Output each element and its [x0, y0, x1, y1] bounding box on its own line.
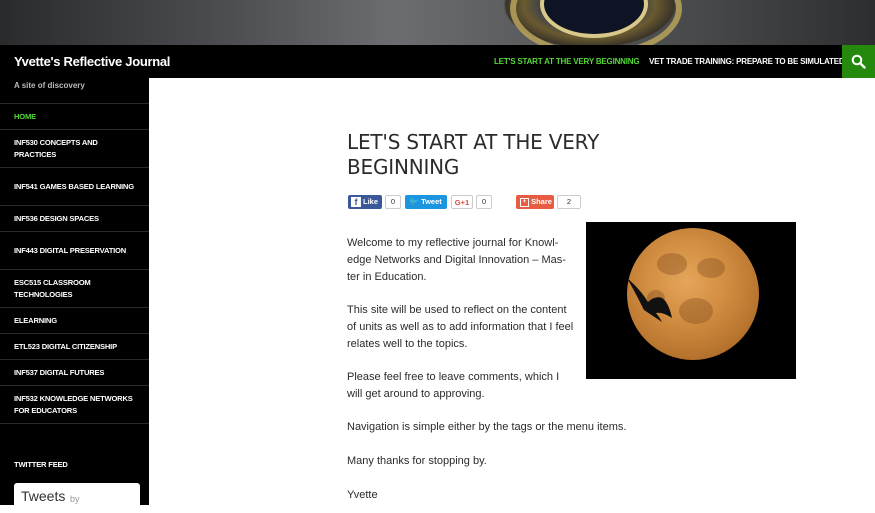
nav-item-very-beginning[interactable]: LET'S START AT THE VERY BEGINNING	[494, 57, 640, 66]
twitter-widget-by: by	[70, 494, 80, 504]
facebook-icon: f	[351, 197, 361, 207]
sidebar-item-etl523[interactable]: ETL523 DIGITAL CITIZENSHIP	[0, 334, 149, 360]
post-paragraph: Welcome to my reflective journal for Kno…	[347, 237, 566, 283]
share-count: 2	[557, 195, 581, 209]
top-navigation-bar: Yvette's Reflective Journal LET'S START …	[0, 45, 875, 78]
sidebar-menu: HOME INF530 CONCEPTS AND PRACTICES INF54…	[0, 103, 149, 424]
share-icon: +	[520, 197, 529, 207]
search-button[interactable]	[842, 45, 875, 78]
facebook-like-button[interactable]: f Like	[348, 195, 382, 209]
post-paragraph: Many thanks for stopping by.	[347, 455, 487, 467]
facebook-like-count: 0	[385, 195, 401, 209]
post-signature: Yvette	[347, 489, 378, 501]
post-paragraph: Please feel free to leave comments, whic…	[347, 371, 560, 400]
twitter-feed-heading: TWITTER FEED	[14, 460, 68, 469]
sidebar-item-inf536[interactable]: INF536 DESIGN SPACES	[0, 206, 149, 232]
google-plus-button[interactable]: G+1	[451, 195, 473, 209]
sidebar-item-inf541[interactable]: INF541 GAMES BASED LEARNING	[0, 168, 149, 206]
twitter-widget[interactable]: Tweets by	[14, 483, 140, 513]
tweet-button[interactable]: 🐦 Tweet	[405, 195, 447, 209]
post-paragraph: Navigation is simple either by the tags …	[347, 421, 627, 433]
sidebar-item-inf537[interactable]: INF537 DIGITAL FUTURES	[0, 360, 149, 386]
sidebar-item-inf530[interactable]: INF530 CONCEPTS AND PRACTICES	[0, 130, 149, 168]
sidebar-item-elearning[interactable]: ELEARNING	[0, 308, 149, 334]
sidebar: A site of discovery HOME INF530 CONCEPTS…	[0, 78, 149, 513]
post-title[interactable]: LET'S START AT THE VERY BEGINNING	[347, 130, 637, 180]
tweet-label: Tweet	[421, 197, 442, 206]
share-label: Share	[531, 197, 552, 206]
share-button[interactable]: + Share	[516, 195, 554, 209]
sidebar-item-inf532[interactable]: INF532 KNOWLEDGE NETWORKS FOR EDUCATORS	[0, 386, 149, 424]
twitter-bird-icon: 🐦	[409, 197, 419, 206]
site-tagline: A site of discovery	[14, 81, 85, 90]
sidebar-item-home[interactable]: HOME	[0, 104, 149, 130]
post-image-moon	[586, 222, 796, 379]
search-icon	[851, 54, 866, 69]
sidebar-item-inf443[interactable]: INF443 DIGITAL PRESERVATION	[0, 232, 149, 270]
twitter-widget-title: Tweets	[21, 488, 66, 504]
sidebar-item-esc515[interactable]: ESC515 CLASSROOM TECHNOLOGIES	[0, 270, 149, 308]
site-title[interactable]: Yvette's Reflective Journal	[14, 54, 170, 69]
bird-silhouette	[626, 277, 672, 322]
header-banner-image	[0, 0, 875, 45]
facebook-like-label: Like	[363, 197, 379, 206]
post-paragraph: This site will be used to reflect on the…	[347, 304, 574, 350]
google-plus-count: 0	[476, 195, 492, 209]
nav-item-vet-trade-training[interactable]: VET TRADE TRAINING: PREPARE TO BE SIMULA…	[649, 57, 847, 66]
